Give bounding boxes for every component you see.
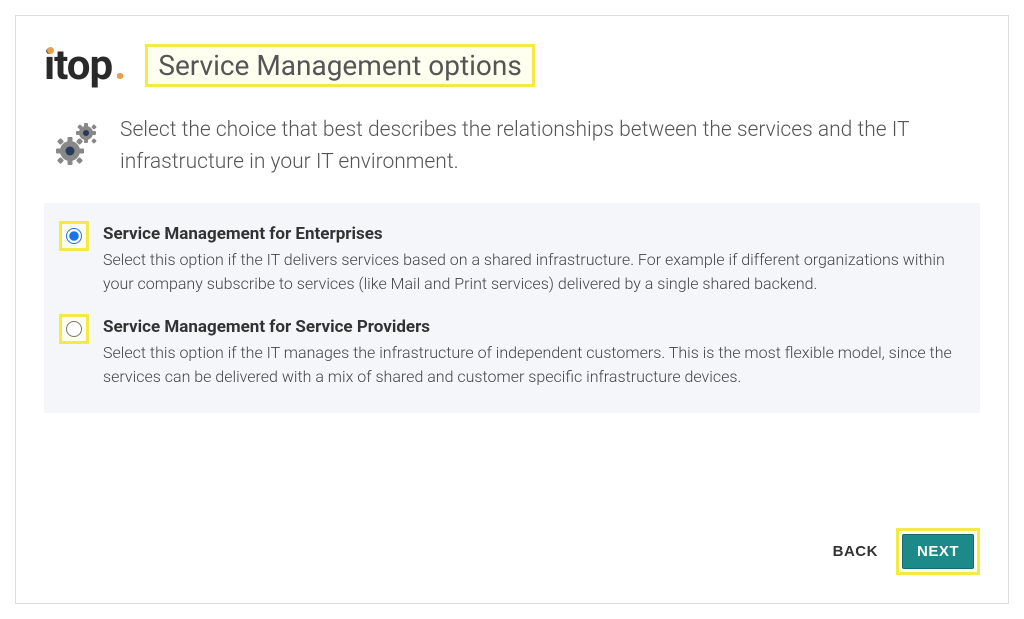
- radio-highlight: [59, 314, 89, 344]
- next-highlight: NEXT: [896, 528, 980, 575]
- logo-text: itop: [44, 41, 112, 90]
- radio-service-providers[interactable]: [66, 321, 82, 337]
- logo-dot-icon: [47, 47, 54, 54]
- footer-buttons: BACK NEXT: [833, 528, 980, 575]
- page-title: Service Management options: [158, 49, 521, 82]
- title-highlight: Service Management options: [145, 44, 534, 87]
- wizard-panel: itop. Service Management options: [15, 15, 1009, 604]
- option-service-providers: Service Management for Service Providers…: [59, 314, 965, 389]
- option-title: Service Management for Service Providers: [103, 317, 965, 337]
- option-enterprises: Service Management for Enterprises Selec…: [59, 221, 965, 296]
- option-title: Service Management for Enterprises: [103, 224, 965, 244]
- radio-highlight: [59, 221, 89, 251]
- option-desc: Select this option if the IT manages the…: [103, 341, 965, 389]
- back-button[interactable]: BACK: [833, 543, 878, 560]
- radio-enterprises[interactable]: [66, 228, 82, 244]
- options-panel: Service Management for Enterprises Selec…: [44, 203, 980, 413]
- option-content: Service Management for Service Providers…: [103, 314, 965, 389]
- intro-section: Select the choice that best describes th…: [44, 115, 980, 178]
- itop-logo: itop.: [44, 41, 125, 90]
- option-content: Service Management for Enterprises Selec…: [103, 221, 965, 296]
- gears-icon: [52, 119, 102, 169]
- next-button[interactable]: NEXT: [902, 534, 974, 569]
- logo-period: .: [114, 41, 125, 90]
- header: itop. Service Management options: [44, 41, 980, 90]
- intro-text: Select the choice that best describes th…: [120, 115, 972, 178]
- option-desc: Select this option if the IT delivers se…: [103, 248, 965, 296]
